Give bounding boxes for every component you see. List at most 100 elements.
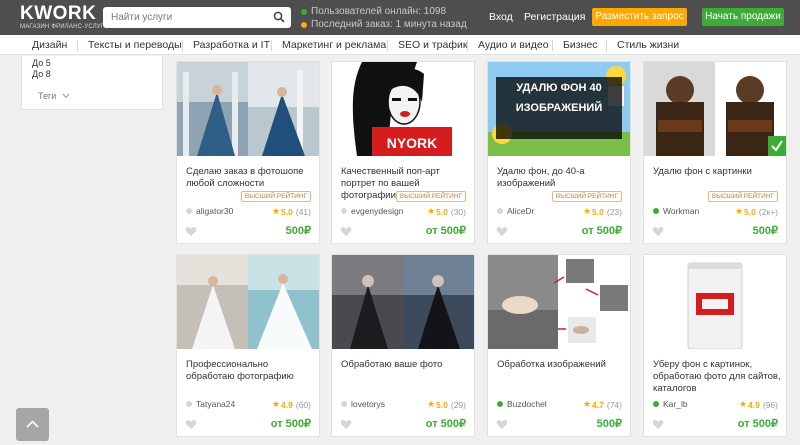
post-request-button[interactable]: Разместить запрос [592,8,687,26]
heart-icon[interactable] [185,226,197,237]
heart-icon[interactable] [496,226,508,237]
rating-count: (29) [450,399,466,410]
price: от 500₽ [581,225,622,237]
kwork-card[interactable]: Уберу фон с картинок, обработаю фото для… [643,254,787,437]
rating-value: 4.9 [748,399,760,410]
kwork-card[interactable]: УДАЛЮ ФОН 40 ИЗОБРАЖЕНИЙ Удалю фон, до 4… [487,61,631,244]
category-divider [182,40,183,51]
login-link[interactable]: Вход [489,11,513,23]
seller[interactable]: AliceDr [497,206,534,216]
rating: ★ 4.7 (74) [583,399,622,410]
price: от 500₽ [737,418,778,430]
category-nav: Дизайн Тексты и переводы Разработка и IT… [0,35,800,55]
rating-count: (2к+) [758,206,778,217]
rating-count: (30) [450,206,466,217]
status-dot-icon [186,401,192,407]
search-input[interactable] [103,7,263,28]
card-title[interactable]: Удалю фон, до 40-а изображений [497,166,625,190]
card-image[interactable] [177,62,319,156]
category-divider [271,40,272,51]
category-texts[interactable]: Тексты и переводы [88,39,182,51]
category-audio-video[interactable]: Аудио и видео [478,39,549,51]
rating-count: (60) [295,399,311,410]
rating-value: 5.0 [592,206,604,217]
seller[interactable]: Kar_lb [653,399,688,409]
start-selling-button[interactable]: Начать продажи [702,8,784,26]
order-dot-icon [301,21,307,28]
kwork-card[interactable]: NYORK Качественный поп-арт портрет по ва… [331,61,475,244]
card-title[interactable]: Сделаю заказ в фотошопе любой сложности [186,166,314,190]
chevron-up-icon [26,420,39,428]
stat-online: Пользователей онлайн: 1098 [301,5,467,18]
seller-name: Kar_lb [663,399,688,409]
card-title[interactable]: Удалю фон с картинки [653,166,781,178]
rating: ★ 5.0 (23) [583,206,622,217]
heart-icon[interactable] [340,226,352,237]
star-icon: ★ [582,206,592,216]
seller[interactable]: evgenydesign [341,206,403,216]
category-lifestyle[interactable]: Стиль жизни [617,39,679,51]
card-title[interactable]: Обработка изображений [497,359,625,371]
rating: ★ 5.0 (2к+) [735,206,778,217]
tags-toggle[interactable]: Теги [38,91,70,101]
rating-count: (23) [606,206,622,217]
top-header: KWORK МАГАЗИН ФРИЛАНС-УСЛУГ Пользователе… [0,0,800,35]
category-divider [467,40,468,51]
seller[interactable]: aligator30 [186,206,233,216]
category-dev[interactable]: Разработка и IT [193,39,270,51]
online-status-icon [653,401,659,407]
card-image[interactable] [177,255,319,349]
seller-name: AliceDr [507,206,535,216]
scroll-to-top-button[interactable] [16,408,49,441]
seller[interactable]: Tatyana24 [186,399,235,409]
status-dot-icon [341,401,347,407]
seller[interactable]: Workman [653,206,699,216]
kwork-card[interactable]: Сделаю заказ в фотошопе любой сложности … [176,61,320,244]
rating-count: (96) [762,399,778,410]
heart-icon[interactable] [652,419,664,430]
chevron-down-icon [62,93,70,99]
seller[interactable]: Buzdochel [497,399,547,409]
heart-icon[interactable] [652,226,664,237]
kwork-logo[interactable]: KWORK МАГАЗИН ФРИЛАНС-УСЛУГ [20,4,104,31]
register-link[interactable]: Регистрация [524,11,585,23]
star-icon: ★ [426,206,436,216]
site-stats: Пользователей онлайн: 1098 Последний зак… [301,5,467,31]
card-title[interactable]: Профессионально обработаю фотографию [186,359,314,383]
card-image[interactable] [644,255,786,349]
kwork-card[interactable]: Удалю фон с картинки ВЫСШИЙ РЕЙТИНГ Work… [643,61,787,244]
category-seo[interactable]: SEO и трафик [398,39,467,51]
card-image[interactable] [332,255,474,349]
filter-option[interactable]: До 5 [32,58,51,68]
kwork-card[interactable]: Обработка изображений Buzdochel ★ 4.7 (7… [487,254,631,437]
card-image[interactable]: УДАЛЮ ФОН 40 ИЗОБРАЖЕНИЙ [488,62,630,156]
heart-icon[interactable] [340,419,352,430]
svg-text:NYORK: NYORK [387,135,438,151]
filter-option[interactable]: До 8 [32,69,51,79]
kwork-card[interactable]: Обработаю ваше фото lovetorys ★ 5.0 (29)… [331,254,475,437]
card-title[interactable]: Уберу фон с картинок, обработаю фото для… [653,359,781,395]
search-icon[interactable] [273,11,285,23]
online-dot-icon [301,8,307,15]
heart-icon[interactable] [496,419,508,430]
seller[interactable]: lovetorys [341,399,385,409]
status-dot-icon [341,208,347,214]
category-design[interactable]: Дизайн [32,39,67,51]
stat-last-order: Последний заказ: 1 минута назад [301,18,467,31]
card-title[interactable]: Обработаю ваше фото [341,359,469,371]
card-image[interactable]: NYORK [332,62,474,156]
category-divider [77,40,78,51]
rating-value: 5.0 [436,206,448,217]
card-image[interactable] [488,255,630,349]
tags-label: Теги [38,91,57,101]
top-rating-badge: ВЫСШИЙ РЕЙТИНГ [395,191,466,202]
star-icon: ★ [271,399,281,409]
kwork-card[interactable]: Профессионально обработаю фотографию Tat… [176,254,320,437]
category-marketing[interactable]: Маркетинг и реклама [282,39,386,51]
stat-last-order-text: Последний заказ: 1 минута назад [311,19,467,30]
category-business[interactable]: Бизнес [563,39,597,51]
rating-count: (41) [295,206,311,217]
rating: ★ 5.0 (30) [427,206,466,217]
heart-icon[interactable] [185,419,197,430]
card-image[interactable] [644,62,786,156]
